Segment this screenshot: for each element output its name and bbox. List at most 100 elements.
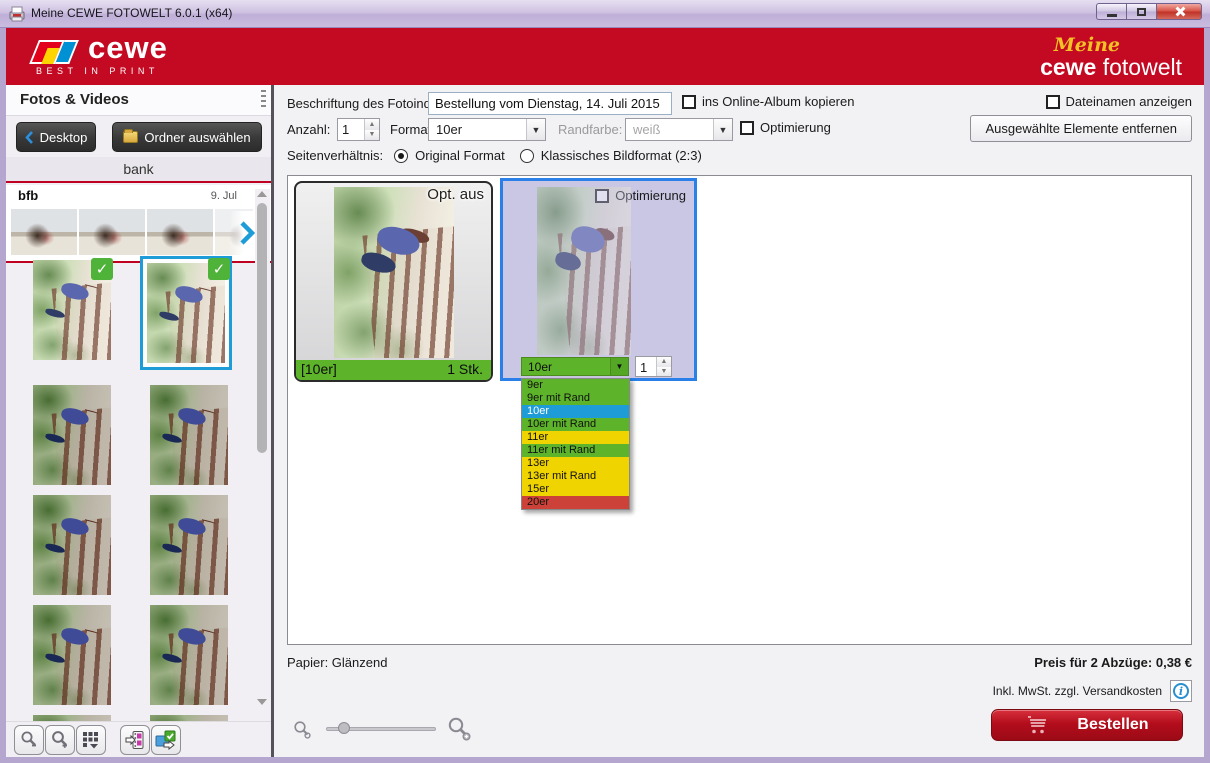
filmstrip-next-button[interactable] xyxy=(229,211,255,255)
info-button[interactable]: i xyxy=(1170,680,1192,702)
title-bar[interactable]: Meine CEWE FOTOWELT 6.0.1 (x64) xyxy=(0,0,1210,28)
info-icon: i xyxy=(1173,683,1189,699)
photo-grid-row xyxy=(6,495,253,599)
item-format-combobox[interactable]: 10er ▼ xyxy=(521,357,629,376)
format-option[interactable]: 13er xyxy=(522,457,629,470)
window-title: Meine CEWE FOTOWELT 6.0.1 (x64) xyxy=(31,6,233,20)
show-filenames-label: Dateinamen anzeigen xyxy=(1065,94,1192,109)
bordercolor-label: Randfarbe: xyxy=(558,122,623,137)
maximize-button[interactable] xyxy=(1126,3,1156,20)
view-options-button[interactable] xyxy=(76,725,106,755)
cewe-logo-tagline: BEST IN PRINT xyxy=(36,66,159,76)
original-format-radio[interactable] xyxy=(394,148,409,163)
combo-arrow-icon[interactable]: ▼ xyxy=(610,358,628,375)
order-photo[interactable] xyxy=(537,187,631,355)
show-filenames-option[interactable]: Dateinamen anzeigen xyxy=(1045,94,1192,109)
cewe-logo-text: cewe xyxy=(88,30,168,65)
close-icon xyxy=(1174,6,1185,17)
photo-thumbnail[interactable] xyxy=(33,495,111,595)
classic-format-label: Klassisches Bildformat (2:3) xyxy=(540,148,702,163)
application-window: Meine CEWE FOTOWELT 6.0.1 (x64) cewe BES… xyxy=(0,0,1210,763)
spin-down-icon[interactable]: ▼ xyxy=(365,129,379,140)
vat-note-label: Inkl. MwSt. zzgl. Versandkosten xyxy=(992,684,1162,698)
online-album-option[interactable]: ins Online-Album kopieren xyxy=(682,94,854,109)
zoom-slider-row xyxy=(290,713,490,745)
zoom-out-button[interactable] xyxy=(14,725,44,755)
zoom-in-icon[interactable] xyxy=(446,715,474,743)
sidebar-header: Fotos & Videos xyxy=(6,85,271,116)
photo-group-header[interactable]: bfb 9. Jul xyxy=(6,185,271,263)
order-items-panel: Opt. aus [10er] 1 Stk. Optimierung 10er … xyxy=(287,175,1192,645)
close-button[interactable] xyxy=(1156,3,1202,20)
folder-icon xyxy=(123,129,139,143)
optimization-checkbox[interactable] xyxy=(740,120,754,135)
current-folder-label[interactable]: bank xyxy=(6,157,271,183)
online-album-label: ins Online-Album kopieren xyxy=(702,94,855,109)
remove-selected-button[interactable]: Ausgewählte Elemente entfernen xyxy=(970,115,1192,142)
zoom-slider-handle[interactable] xyxy=(338,722,350,734)
app-icon xyxy=(9,6,25,22)
zoom-in-button[interactable] xyxy=(45,725,75,755)
photo-thumbnail[interactable] xyxy=(150,495,228,595)
format-option[interactable]: 9er xyxy=(522,379,629,392)
minimize-button[interactable] xyxy=(1096,3,1126,20)
maximize-icon xyxy=(1137,7,1146,16)
order-photo[interactable] xyxy=(334,187,454,358)
photo-thumbnail[interactable] xyxy=(33,385,111,485)
bordercolor-combobox[interactable]: weiß ▼ xyxy=(625,118,733,141)
online-album-checkbox[interactable] xyxy=(682,94,696,109)
caption-input[interactable] xyxy=(428,92,672,115)
item-quantity-value[interactable]: 1 xyxy=(636,357,656,376)
format-combobox[interactable]: 10er ▼ xyxy=(428,118,546,141)
spin-down-icon[interactable]: ▼ xyxy=(657,366,671,376)
group-date: 9. Jul xyxy=(210,190,237,202)
cewe-logo-icon xyxy=(29,40,85,64)
choose-folder-button[interactable]: Ordner auswählen xyxy=(112,122,262,152)
format-option[interactable]: 15er xyxy=(522,483,629,496)
format-option[interactable]: 20er xyxy=(522,496,629,509)
filmstrip-thumbnail[interactable] xyxy=(79,209,145,255)
order-item-card-selected[interactable]: Optimierung 10er ▼ 1 ▲ ▼ xyxy=(500,178,697,381)
scrollbar-thumb[interactable] xyxy=(257,203,267,453)
optimization-option[interactable]: Optimierung xyxy=(740,120,831,135)
item-format-bar: [10er] 1 Stk. xyxy=(296,360,491,380)
cewe-logo: cewe BEST IN PRINT xyxy=(29,30,230,80)
filmstrip-thumbnail[interactable] xyxy=(11,209,77,255)
classic-format-radio[interactable] xyxy=(519,148,534,163)
spin-up-icon[interactable]: ▲ xyxy=(657,357,671,367)
import-filmstrip-button[interactable] xyxy=(120,725,150,755)
zoom-out-icon[interactable] xyxy=(292,719,314,741)
photo-thumbnail[interactable] xyxy=(150,605,228,705)
photo-thumbnail[interactable] xyxy=(33,605,111,705)
item-quantity-stepper[interactable]: 1 ▲ ▼ xyxy=(635,356,672,377)
sidebar-toolbar xyxy=(6,721,271,757)
format-option-selected[interactable]: 10er xyxy=(522,405,629,418)
format-value: 10er xyxy=(436,122,463,137)
format-option[interactable]: 13er mit Rand xyxy=(522,470,629,483)
filmstrip-thumbnail[interactable] xyxy=(147,209,213,255)
order-button[interactable]: Bestellen xyxy=(991,709,1183,741)
scroll-up-icon[interactable] xyxy=(257,191,267,197)
export-selected-button[interactable] xyxy=(151,725,181,755)
format-option[interactable]: 11er xyxy=(522,431,629,444)
photo-thumbnail[interactable] xyxy=(150,385,228,485)
format-option[interactable]: 9er mit Rand xyxy=(522,392,629,405)
export-photo-icon xyxy=(155,730,176,750)
combo-arrow-icon[interactable]: ▼ xyxy=(526,119,545,140)
aspect-ratio-label: Seitenverhältnis: xyxy=(287,148,384,163)
format-option[interactable]: 10er mit Rand xyxy=(522,418,629,431)
quantity-value[interactable]: 1 xyxy=(338,119,364,140)
spin-up-icon[interactable]: ▲ xyxy=(365,119,379,130)
window-controls xyxy=(1096,3,1202,20)
combo-arrow-icon[interactable]: ▼ xyxy=(713,119,732,140)
quantity-stepper[interactable]: 1 ▲ ▼ xyxy=(337,118,380,141)
format-option[interactable]: 11er mit Rand xyxy=(522,444,629,457)
scroll-down-icon[interactable] xyxy=(257,699,267,705)
desktop-back-button[interactable]: Desktop xyxy=(16,122,96,152)
show-filenames-checkbox[interactable] xyxy=(1045,94,1060,109)
drag-handle-icon[interactable] xyxy=(261,90,266,110)
group-filmstrip[interactable] xyxy=(11,209,253,257)
order-item-card[interactable]: Opt. aus [10er] 1 Stk. xyxy=(294,181,493,382)
magnifier-plus-icon xyxy=(52,731,67,748)
sidebar-scrollbar[interactable] xyxy=(255,189,270,707)
